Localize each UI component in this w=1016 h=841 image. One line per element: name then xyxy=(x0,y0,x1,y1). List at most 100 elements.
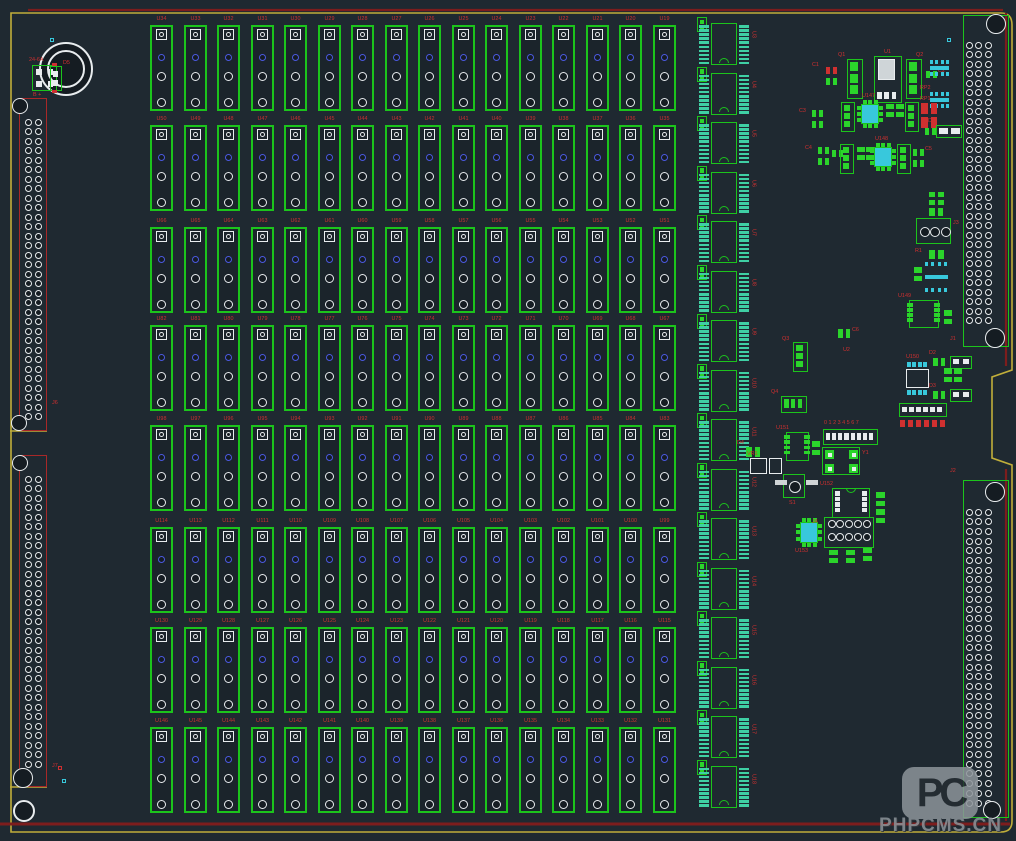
component-chip3v[interactable] xyxy=(840,144,854,174)
component-relay[interactable] xyxy=(452,527,475,613)
component-relay[interactable] xyxy=(552,425,575,511)
component-ic[interactable] xyxy=(711,320,737,362)
component-chip2v[interactable] xyxy=(812,441,820,455)
component-chip2h[interactable] xyxy=(913,149,924,156)
component-chip3v[interactable] xyxy=(905,102,919,132)
component-white_rect[interactable] xyxy=(750,458,767,474)
component-edge-connector[interactable] xyxy=(19,98,47,431)
component-relay[interactable] xyxy=(418,627,441,713)
component-chip2h[interactable] xyxy=(933,358,945,366)
component-chip2big[interactable] xyxy=(950,389,972,402)
component-relay[interactable] xyxy=(351,527,374,613)
component-relay[interactable] xyxy=(284,627,307,713)
component-relay[interactable] xyxy=(385,527,408,613)
component-relay[interactable] xyxy=(485,227,508,313)
component-relay[interactable] xyxy=(519,627,542,713)
component-chip2h[interactable] xyxy=(812,110,823,117)
component-chip2v[interactable] xyxy=(896,104,904,117)
component-relay[interactable] xyxy=(418,227,441,313)
component-chip2h[interactable] xyxy=(925,128,936,135)
component-bga[interactable] xyxy=(818,355,886,418)
component-relay[interactable] xyxy=(318,727,341,813)
component-relay[interactable] xyxy=(385,627,408,713)
component-relay[interactable] xyxy=(552,627,575,713)
component-relay[interactable] xyxy=(586,627,609,713)
component-relay[interactable] xyxy=(619,125,642,211)
component-chip2v[interactable] xyxy=(886,104,894,117)
component-relay[interactable] xyxy=(418,727,441,813)
component-chip2v[interactable] xyxy=(954,368,962,382)
component-ic[interactable] xyxy=(711,419,737,461)
component-relay[interactable] xyxy=(452,627,475,713)
component-ic[interactable] xyxy=(711,23,737,65)
component-relay[interactable] xyxy=(284,425,307,511)
component-ic[interactable] xyxy=(711,73,737,115)
component-relay[interactable] xyxy=(284,25,307,111)
component-chip3v[interactable] xyxy=(841,102,855,132)
component-relay[interactable] xyxy=(284,125,307,211)
component-relay[interactable] xyxy=(150,325,173,411)
component-relay[interactable] xyxy=(619,25,642,111)
component-relay[interactable] xyxy=(150,425,173,511)
component-relay[interactable] xyxy=(653,727,676,813)
component-chip2v[interactable] xyxy=(876,509,885,523)
component-chip2h[interactable] xyxy=(812,121,823,128)
component-relay[interactable] xyxy=(150,627,173,713)
component-ic[interactable] xyxy=(711,370,737,412)
component-relay[interactable] xyxy=(150,125,173,211)
component-relay[interactable] xyxy=(217,325,240,411)
component-chip2r[interactable] xyxy=(826,67,837,74)
component-relay[interactable] xyxy=(150,527,173,613)
component-relay[interactable] xyxy=(385,125,408,211)
component-relay[interactable] xyxy=(418,125,441,211)
component-relay[interactable] xyxy=(251,727,274,813)
component-relay[interactable] xyxy=(351,25,374,111)
component-relay[interactable] xyxy=(586,425,609,511)
component-relay[interactable] xyxy=(619,527,642,613)
component-relay[interactable] xyxy=(619,325,642,411)
component-qfp_cyan[interactable] xyxy=(871,144,895,170)
component-chip2h[interactable] xyxy=(818,147,829,154)
component-relay[interactable] xyxy=(485,25,508,111)
component-ic[interactable] xyxy=(711,122,737,164)
component-relay[interactable] xyxy=(452,125,475,211)
component-relay[interactable] xyxy=(284,325,307,411)
component-chip2v[interactable] xyxy=(857,147,865,160)
component-relay[interactable] xyxy=(184,425,207,511)
component-relay[interactable] xyxy=(452,727,475,813)
component-relay[interactable] xyxy=(519,527,542,613)
component-relay[interactable] xyxy=(586,727,609,813)
component-relay[interactable] xyxy=(150,727,173,813)
component-relay[interactable] xyxy=(619,227,642,313)
component-ic[interactable] xyxy=(711,766,737,808)
component-xtal4[interactable] xyxy=(822,447,860,475)
component-chip2v[interactable] xyxy=(876,492,885,506)
component-chip2h[interactable] xyxy=(929,208,943,216)
component-relay[interactable] xyxy=(184,727,207,813)
component-relay[interactable] xyxy=(351,425,374,511)
component-relay[interactable] xyxy=(519,727,542,813)
component-relay[interactable] xyxy=(586,227,609,313)
component-relay[interactable] xyxy=(217,627,240,713)
component-relay[interactable] xyxy=(653,325,676,411)
component-relay[interactable] xyxy=(653,227,676,313)
component-relay[interactable] xyxy=(519,227,542,313)
component-edge-connector[interactable] xyxy=(19,455,47,787)
component-relay[interactable] xyxy=(184,25,207,111)
component-relay[interactable] xyxy=(485,527,508,613)
component-resnet8[interactable] xyxy=(924,262,949,292)
component-relay[interactable] xyxy=(251,425,274,511)
component-relay[interactable] xyxy=(586,125,609,211)
component-chip2v[interactable] xyxy=(944,310,952,324)
component-relay[interactable] xyxy=(217,227,240,313)
component-grid4_green[interactable] xyxy=(929,192,945,206)
component-relay[interactable] xyxy=(251,125,274,211)
component-relay[interactable] xyxy=(284,527,307,613)
component-relay[interactable] xyxy=(351,125,374,211)
component-relay[interactable] xyxy=(418,25,441,111)
component-relay[interactable] xyxy=(385,227,408,313)
component-ic[interactable] xyxy=(711,568,737,610)
component-relay[interactable] xyxy=(217,25,240,111)
component-relay[interactable] xyxy=(217,727,240,813)
component-relay[interactable] xyxy=(284,227,307,313)
